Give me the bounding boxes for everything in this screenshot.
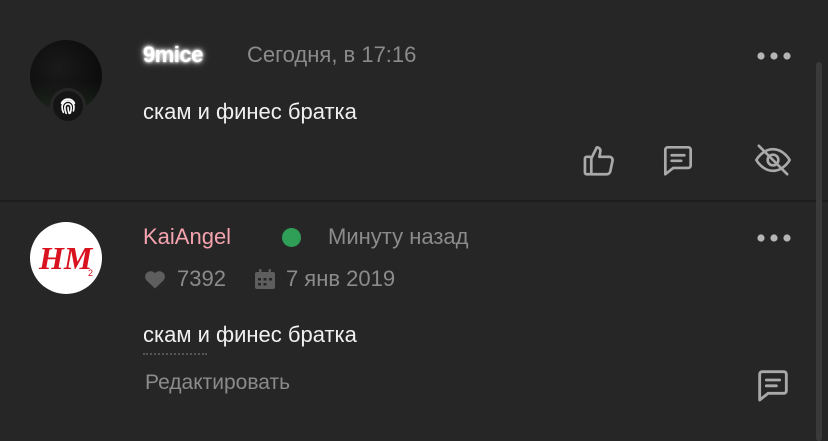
reply-icon[interactable]	[750, 362, 796, 408]
heart-icon	[145, 271, 165, 289]
text-underline	[143, 353, 207, 355]
comment-item: 9mice Сегодня, в 17:16 скам и финес брат…	[0, 0, 828, 200]
author-meta: 7392 7 янв 2019	[143, 266, 395, 292]
calendar-icon	[254, 269, 275, 289]
reply-icon[interactable]	[656, 138, 700, 182]
fingerprint-icon	[50, 88, 86, 124]
comment-time: Минуту назад	[328, 224, 469, 249]
svg-text:HM: HM	[38, 240, 94, 276]
likes-stat: 7392	[143, 266, 226, 292]
joined-stat: 7 янв 2019	[254, 266, 395, 292]
more-icon[interactable]	[752, 44, 796, 68]
comment-time: Сегодня, в 17:16	[247, 42, 417, 67]
joined-date: 7 янв 2019	[285, 266, 396, 291]
avatar[interactable]: HM 2	[30, 222, 102, 294]
thumbs-up-icon[interactable]	[578, 138, 622, 182]
likes-count: 7392	[177, 266, 226, 291]
comments-panel: 9mice Сегодня, в 17:16 скам и финес брат…	[0, 0, 828, 441]
comment-text: скам и финес братка	[143, 99, 357, 124]
author-name[interactable]: 9mice	[143, 42, 203, 68]
comment-text: скам и финес братка	[143, 322, 357, 347]
more-icon[interactable]	[752, 226, 796, 250]
online-indicator	[282, 228, 301, 247]
edit-link[interactable]: Редактировать	[145, 371, 290, 395]
hm-logo: HM 2	[38, 240, 94, 278]
scrollbar[interactable]	[816, 62, 822, 441]
comment-item: HM 2 KaiAngel Минуту назад 7392 7 янв 20…	[0, 202, 828, 441]
author-name[interactable]: KaiAngel	[143, 224, 231, 250]
eye-off-icon[interactable]	[750, 138, 796, 182]
svg-text:2: 2	[88, 268, 93, 278]
